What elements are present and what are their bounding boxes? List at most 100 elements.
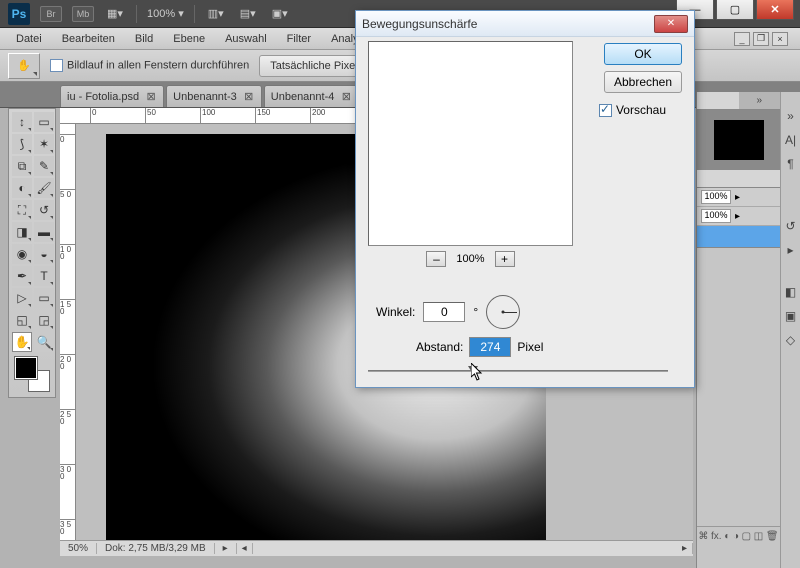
angle-dial[interactable] [486,295,520,329]
eyedropper-tool[interactable]: ✎ [34,156,54,176]
eraser-tool[interactable]: ◨ [12,222,32,242]
doc-close-button[interactable]: × [772,32,788,46]
dodge-tool[interactable]: ◒ [34,244,54,264]
menu-ebene[interactable]: Ebene [163,30,215,48]
zoom-tool[interactable]: 🔍 [34,332,54,352]
fill-value[interactable]: 100% [701,209,731,223]
magic-wand-tool[interactable]: ✶ [34,134,54,154]
chevron-down-icon[interactable]: ▸ [735,192,740,203]
history-brush-tool[interactable]: ↺ [34,200,54,220]
healing-brush-tool[interactable]: ◐ [12,178,32,198]
zoom-level[interactable]: 100% ▾ [147,7,184,20]
3d-tool[interactable]: ◱ [12,310,32,330]
doc-tab[interactable]: Unbenannt-3⊠ [166,85,262,107]
menu-filter[interactable]: Filter [277,30,321,48]
bridge-button[interactable]: Br [40,6,62,22]
chevron-down-icon[interactable]: ▸ [735,211,740,222]
pen-tool[interactable]: ✒ [12,266,32,286]
slider-track [368,370,668,372]
brush-tool[interactable]: 🖌 [34,178,54,198]
stamp-tool[interactable]: ⛶ [12,200,32,220]
dialog-close-button[interactable]: ✕ [654,15,688,33]
paragraph-panel-icon[interactable]: ¶ [783,156,799,172]
marquee-tool[interactable]: ▭ [34,112,54,132]
doc-tab[interactable]: Unbenannt-4⊠ [264,85,360,107]
slider-thumb[interactable] [468,366,478,374]
opacity-value[interactable]: 100% [701,190,731,204]
doc-tab-label: iu - Fotolia.psd [67,91,139,103]
distance-slider[interactable] [368,363,668,379]
scroll-left-icon[interactable]: ◂ [237,543,253,554]
distance-input[interactable] [469,337,511,357]
history-panel-icon[interactable]: ↺ [783,218,799,234]
menu-bearbeiten[interactable]: Bearbeiten [52,30,125,48]
window-maximize-button[interactable]: ▢ [716,0,754,20]
expand-panels-icon[interactable]: » [783,108,799,124]
dialog-titlebar[interactable]: Bewegungsunschärfe ✕ [356,11,694,37]
doc-restore-button[interactable]: ❐ [753,32,769,46]
paths-panel-icon[interactable]: ◇ [783,332,799,348]
view-extras-icon[interactable]: ▥▾ [205,4,227,24]
status-dropdown-icon[interactable]: ▸ [215,543,237,554]
actual-pixels-button[interactable]: Tatsächliche Pixel [259,55,368,77]
layer-style-icon[interactable]: fx. [711,531,722,542]
new-layer-icon[interactable]: ◫ [754,531,763,542]
crop-tool[interactable]: ⧉ [12,156,32,176]
screen-mode-icon[interactable]: ▦▾ [104,4,126,24]
doc-minimize-button[interactable]: _ [734,32,750,46]
menu-datei[interactable]: Datei [6,30,52,48]
scroll-all-windows-checkbox[interactable]: Bildlauf in allen Fenstern durchführen [50,59,249,72]
color-swatches[interactable] [12,354,54,394]
vertical-ruler: 05 01 0 01 5 02 0 02 5 03 0 03 5 0 [60,124,76,540]
arrange-docs-icon[interactable]: ▤▾ [237,4,259,24]
current-tool-hand[interactable]: ✋ [8,53,40,79]
preview-checkbox[interactable]: Vorschau [599,103,666,117]
chevron-right-icon[interactable]: » [739,92,781,109]
right-panels: » 100% ▸ 100% ▸ ⌘ fx. ◐ ◑ ▢ ◫ 🗑 [696,92,780,568]
close-icon[interactable]: ⊠ [145,91,157,103]
group-icon[interactable]: ▢ [742,531,751,542]
blur-tool[interactable]: ◉ [12,244,32,264]
screen-mode2-icon[interactable]: ▣▾ [269,4,291,24]
window-close-button[interactable]: ✕ [756,0,794,20]
angle-row: Winkel: ° [376,295,520,329]
channels-panel-icon[interactable]: ▣ [783,308,799,324]
3d-camera-tool[interactable]: ◲ [34,310,54,330]
layer-row[interactable] [697,226,780,248]
move-tool[interactable]: ↕ [12,112,32,132]
lasso-tool[interactable]: ⟆ [12,134,32,154]
minibridge-button[interactable]: Mb [72,6,94,22]
foreground-color[interactable] [15,357,37,379]
adjustment-layer-icon[interactable]: ◑ [733,531,739,542]
navigator-tab[interactable] [697,92,739,109]
cancel-button[interactable]: Abbrechen [604,71,682,93]
filter-preview[interactable] [368,41,573,246]
close-icon[interactable]: ⊠ [340,91,352,103]
shape-tool[interactable]: ▭ [34,288,54,308]
link-layers-icon[interactable]: ⌘ [698,531,708,542]
character-panel-icon[interactable]: A| [783,132,799,148]
actions-panel-icon[interactable]: ▸ [783,242,799,258]
type-tool[interactable]: T [34,266,54,286]
layer-mask-icon[interactable]: ◐ [724,531,730,542]
status-docinfo[interactable]: Dok: 2,75 MB/3,29 MB [97,543,215,554]
layers-tab[interactable] [697,170,780,187]
path-selection-tool[interactable]: ▷ [12,288,32,308]
menu-bild[interactable]: Bild [125,30,163,48]
angle-input[interactable] [423,302,465,322]
trash-icon[interactable]: 🗑 [766,531,779,542]
zoom-in-button[interactable]: + [495,251,515,267]
close-icon[interactable]: ⊠ [243,91,255,103]
gradient-tool[interactable]: ▬ [34,222,54,242]
checkbox-icon[interactable] [599,104,612,117]
scroll-right-icon[interactable]: ▸ [677,543,693,554]
zoom-out-button[interactable]: – [426,251,446,267]
hand-tool[interactable]: ✋ [12,332,32,352]
ok-button[interactable]: OK [604,43,682,65]
menu-auswahl[interactable]: Auswahl [215,30,277,48]
layers-panel-icon[interactable]: ◧ [783,284,799,300]
status-zoom[interactable]: 50% [60,543,97,554]
navigator-thumbnail[interactable] [714,120,764,160]
separator [136,5,137,23]
doc-tab[interactable]: iu - Fotolia.psd ⊠ [60,85,164,107]
